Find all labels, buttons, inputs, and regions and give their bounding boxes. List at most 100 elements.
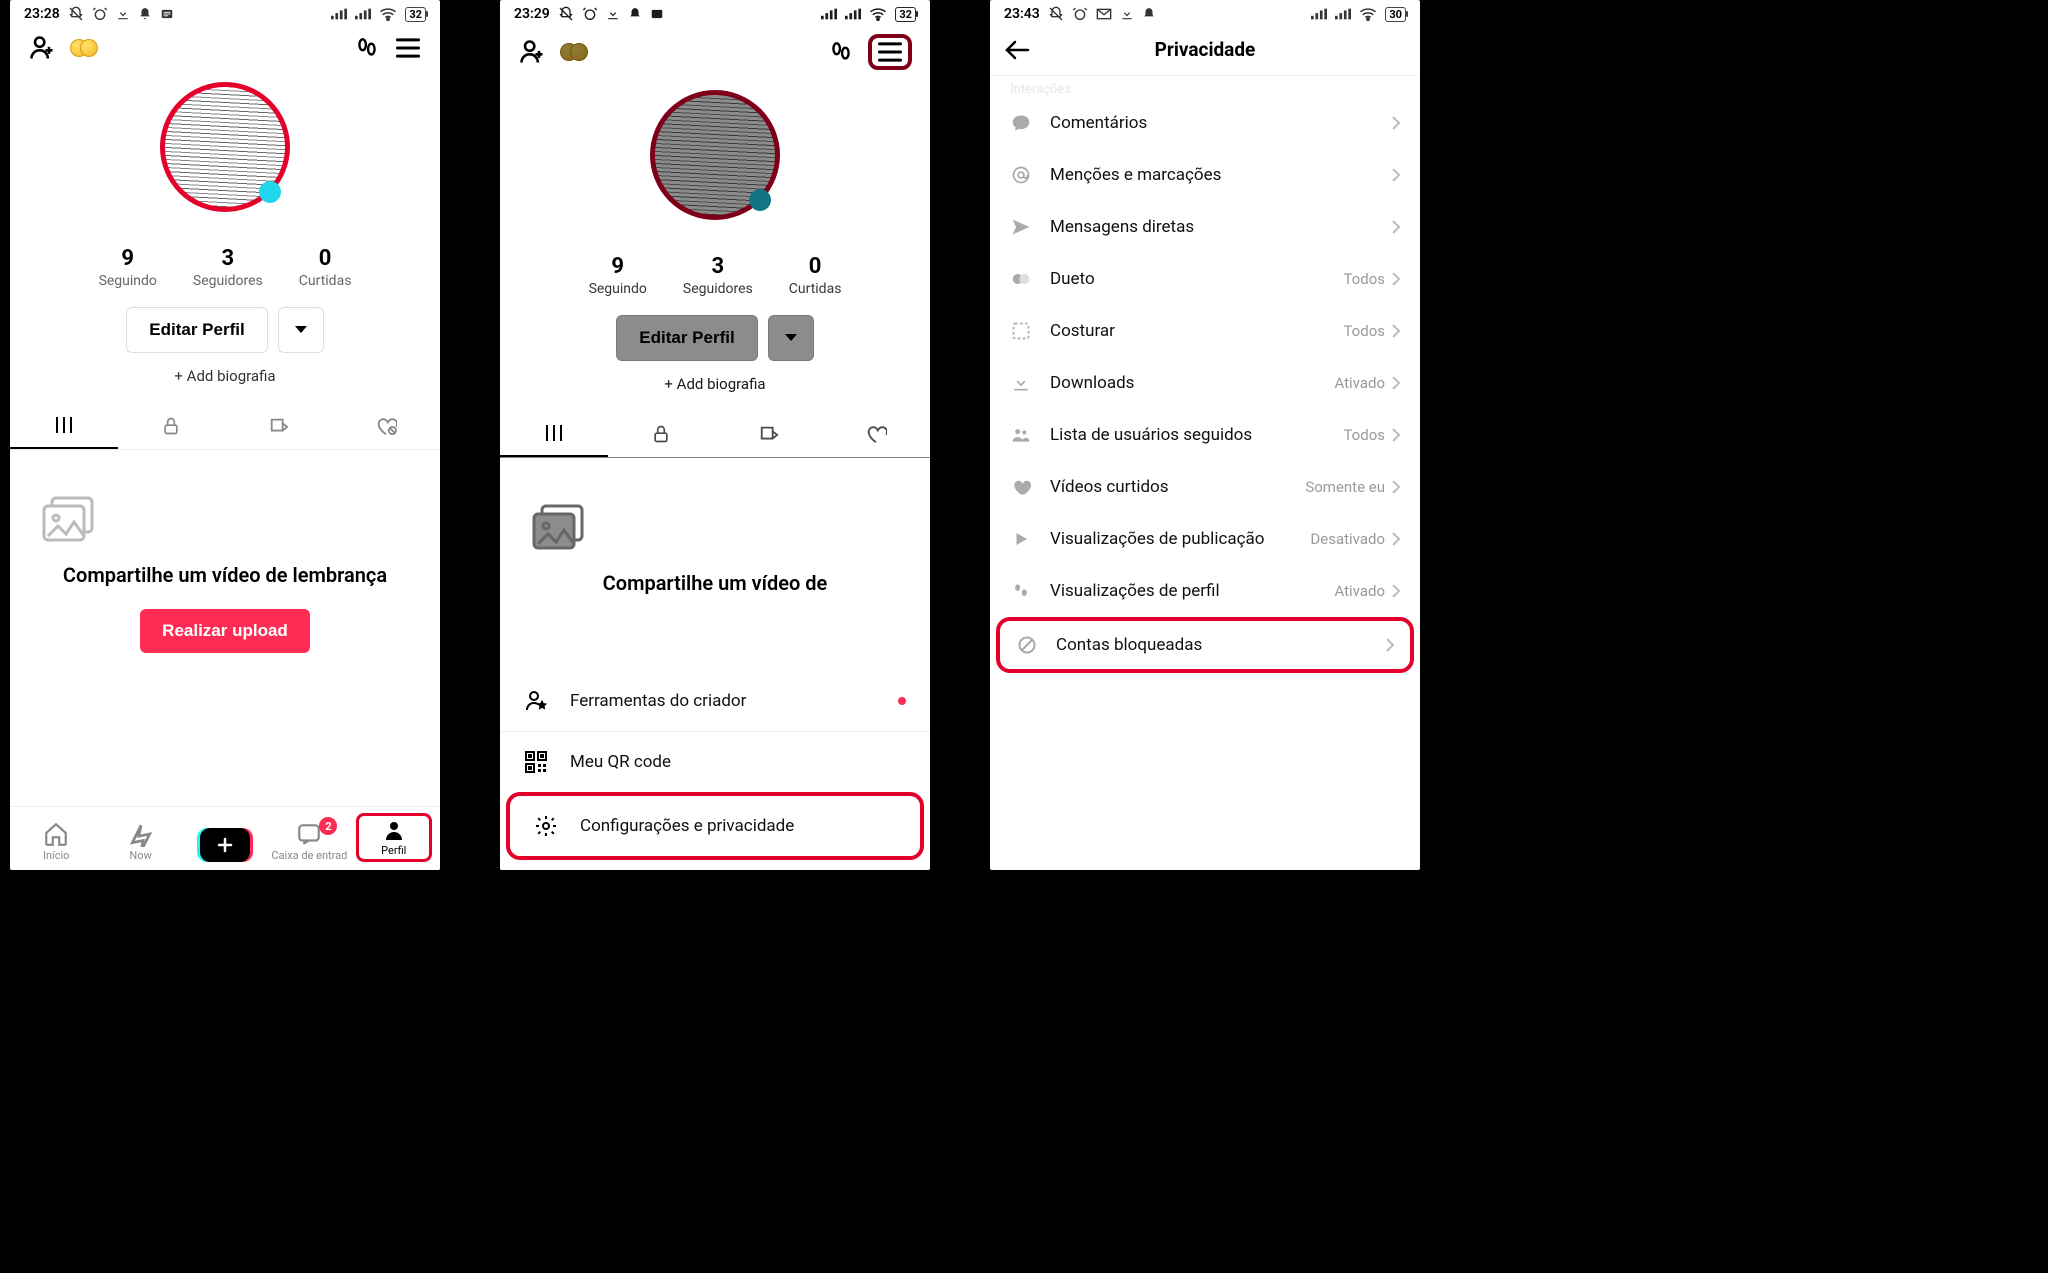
battery-indicator: 30 — [1385, 7, 1406, 22]
empty-state-title: Compartilhe um vídeo de — [530, 570, 900, 597]
play-icon — [1010, 530, 1032, 548]
add-friend-icon[interactable] — [518, 38, 546, 66]
status-bar: 23:28 32 — [10, 0, 440, 24]
coins-icon[interactable] — [560, 43, 588, 61]
at-icon — [1010, 165, 1032, 185]
nav-profile[interactable]: Perfil — [356, 813, 432, 862]
nav-now[interactable]: Now — [103, 821, 179, 862]
profile-dropdown-button[interactable] — [768, 315, 814, 361]
person-star-icon — [524, 689, 548, 713]
nav-inbox[interactable]: 2 Caixa de entrad — [271, 821, 347, 862]
people-icon — [1010, 425, 1032, 445]
row-mentions[interactable]: Menções e marcações — [990, 149, 1420, 201]
edit-profile-button[interactable]: Editar Perfil — [126, 307, 267, 353]
sheet-creator-tools[interactable]: Ferramentas do criador — [500, 671, 930, 731]
bell-icon — [138, 7, 152, 21]
gmail-icon — [1096, 8, 1112, 20]
stat-following[interactable]: 9Seguindo — [589, 254, 647, 297]
row-comments[interactable]: Comentários — [990, 97, 1420, 149]
row-liked-videos[interactable]: Vídeos curtidos Somente eu — [990, 461, 1420, 513]
stat-likes[interactable]: 0 Curtidas — [299, 246, 352, 289]
signal-icon-2 — [355, 8, 371, 20]
page-title: Privacidade — [1155, 38, 1256, 61]
footprint-icon[interactable] — [828, 39, 854, 65]
row-post-views[interactable]: Visualizações de publicação Desativado — [990, 513, 1420, 565]
message-icon — [160, 7, 174, 21]
avatar[interactable] — [160, 82, 290, 212]
screen-privacy-settings: 23:43 30 Privacidade Interações Comentár… — [990, 0, 1420, 870]
profile-tabs — [10, 403, 440, 450]
signal-icon — [821, 8, 837, 20]
inbox-badge: 2 — [319, 817, 337, 835]
sheet-qr-code[interactable]: Meu QR code — [500, 731, 930, 792]
download-icon — [606, 7, 620, 21]
signal-icon-2 — [1335, 8, 1351, 20]
tab-saved[interactable] — [715, 411, 823, 457]
add-friend-icon[interactable] — [28, 34, 56, 62]
comment-icon — [1010, 113, 1032, 133]
nav-home[interactable]: Início — [18, 821, 94, 862]
stat-followers[interactable]: 3Seguidores — [683, 254, 753, 297]
profile-dropdown-button[interactable] — [278, 307, 324, 353]
alarm-icon — [582, 6, 598, 22]
download-icon — [1010, 373, 1032, 393]
row-downloads[interactable]: Downloads Ativado — [990, 357, 1420, 409]
row-duet[interactable]: Dueto Todos — [990, 253, 1420, 305]
stat-following[interactable]: 9 Seguindo — [99, 246, 157, 289]
stat-likes[interactable]: 0Curtidas — [789, 254, 842, 297]
duet-icon — [1010, 269, 1032, 289]
row-blocked-accounts[interactable]: Contas bloqueadas — [996, 617, 1414, 673]
dnd-icon — [1048, 6, 1064, 22]
tab-grid[interactable] — [10, 403, 118, 449]
tab-private[interactable] — [118, 403, 226, 449]
hamburger-icon[interactable] — [876, 40, 904, 64]
wifi-icon — [1359, 7, 1377, 21]
sheet-settings-privacy[interactable]: Configurações e privacidade — [506, 792, 924, 860]
row-profile-views[interactable]: Visualizações de perfil Ativado — [990, 565, 1420, 617]
stat-followers[interactable]: 3 Seguidores — [193, 246, 263, 289]
status-time: 23:43 — [1004, 6, 1040, 22]
signal-icon-2 — [845, 8, 861, 20]
profile-stats: 9 Seguindo 3 Seguidores 0 Curtidas — [10, 246, 440, 289]
battery-indicator: 32 — [405, 7, 426, 22]
footprint-icon[interactable] — [354, 35, 380, 61]
message-icon — [650, 7, 664, 21]
stitch-icon — [1010, 321, 1032, 341]
hamburger-highlight — [868, 34, 912, 70]
back-button[interactable] — [1004, 40, 1030, 60]
tab-private[interactable] — [608, 411, 716, 457]
signal-icon — [331, 8, 347, 20]
empty-state-title: Compartilhe um vídeo de lembrança — [40, 562, 410, 589]
add-bio-button[interactable]: + Add biografia — [10, 367, 440, 385]
add-bio-button[interactable]: + Add biografia — [500, 375, 930, 393]
wifi-icon — [869, 7, 887, 21]
screen-profile-menu: 23:29 32 — [500, 0, 930, 870]
avatar[interactable] — [650, 90, 780, 220]
hamburger-icon[interactable] — [394, 36, 422, 60]
tab-liked[interactable] — [823, 411, 931, 457]
qr-icon — [524, 750, 548, 774]
coins-icon[interactable] — [70, 39, 98, 57]
bottom-sheet: Ferramentas do criador Meu QR code Confi… — [500, 663, 930, 870]
nav-create[interactable] — [187, 828, 263, 862]
alarm-icon — [92, 6, 108, 22]
bell-icon — [1142, 7, 1156, 21]
status-time: 23:29 — [514, 6, 550, 22]
image-placeholder-icon — [40, 494, 100, 544]
dnd-icon — [558, 6, 574, 22]
upload-button[interactable]: Realizar upload — [140, 609, 310, 653]
screen-profile: 23:28 32 — [10, 0, 440, 870]
edit-profile-button[interactable]: Editar Perfil — [616, 315, 757, 361]
settings-header: Privacidade — [990, 24, 1420, 76]
tab-grid[interactable] — [500, 411, 608, 457]
row-stitch[interactable]: Costurar Todos — [990, 305, 1420, 357]
tab-liked[interactable] — [333, 403, 441, 449]
signal-icon — [1311, 8, 1327, 20]
tab-saved[interactable] — [225, 403, 333, 449]
download-icon — [116, 7, 130, 21]
status-time: 23:28 — [24, 6, 60, 22]
battery-indicator: 32 — [895, 7, 916, 22]
row-following-list[interactable]: Lista de usuários seguidos Todos — [990, 409, 1420, 461]
dnd-icon — [68, 6, 84, 22]
row-direct-messages[interactable]: Mensagens diretas — [990, 201, 1420, 253]
